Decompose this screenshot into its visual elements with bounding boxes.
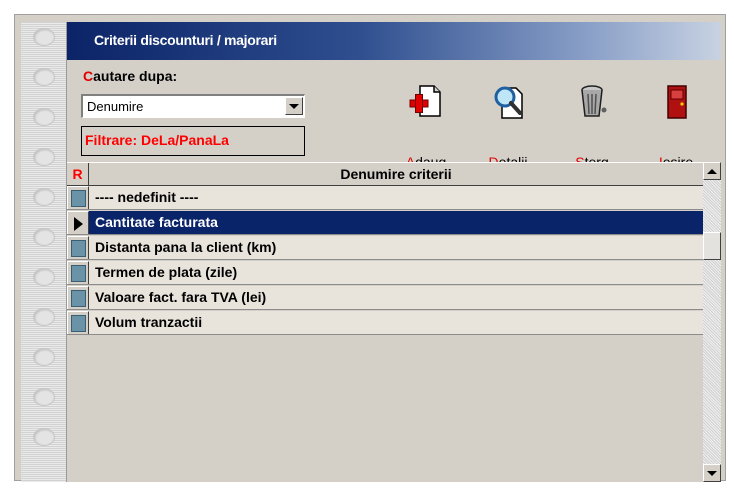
chevron-down-icon (289, 103, 299, 109)
exit-door-icon (667, 85, 687, 119)
magnifier-document-icon (494, 86, 523, 119)
column-header-denumire[interactable]: Denumire criterii (89, 163, 703, 186)
search-by-label: Cautare dupa: (83, 68, 177, 84)
criteria-name-cell: ---- nedefinit ---- (95, 189, 199, 205)
spiral-ring (33, 228, 55, 246)
spiral-ring (33, 28, 55, 46)
spiral-ring (33, 268, 55, 286)
notebook-spiral-binding (21, 22, 67, 482)
row-indicator[interactable] (67, 261, 89, 284)
row-marker (71, 265, 86, 282)
criteria-name-cell: Volum tranzactii (95, 314, 203, 330)
row-marker (71, 315, 86, 332)
table-row[interactable]: Termen de plata (zile) (67, 261, 703, 285)
spiral-ring (33, 148, 55, 166)
title-bar: Criterii discounturi / majorari (67, 22, 721, 60)
table-row[interactable]: Distanta pana la client (km) (67, 236, 703, 260)
vertical-scrollbar[interactable] (703, 162, 721, 482)
spiral-ring (33, 188, 55, 206)
search-label-text: autare dupa: (93, 68, 178, 84)
record-indicator-header[interactable]: R (67, 163, 89, 186)
spiral-ring (33, 308, 55, 326)
arrow-up-icon (707, 168, 717, 174)
spiral-ring (33, 428, 55, 446)
criteria-grid: R Denumire criterii ---- nedefinit ---- C… (67, 162, 703, 482)
row-indicator[interactable] (67, 186, 89, 209)
current-row-arrow-icon (74, 217, 83, 231)
filter-range-text: Filtrare: DeLa/PanaLa (85, 132, 229, 148)
table-row[interactable]: Volum tranzactii (67, 311, 703, 335)
table-row[interactable]: Valoare fact. fara TVA (lei) (67, 286, 703, 310)
scroll-thumb[interactable] (703, 232, 721, 260)
row-marker (71, 190, 86, 207)
arrow-down-icon (707, 470, 717, 476)
criteria-name-cell: Termen de plata (zile) (95, 264, 238, 280)
main-panel: Criterii discounturi / majorari Cautare … (67, 22, 721, 482)
row-marker (71, 240, 86, 257)
search-field-dropdown[interactable]: Denumire (81, 94, 305, 118)
criteria-name-cell: Distanta pana la client (km) (95, 239, 277, 255)
table-row[interactable]: ---- nedefinit ---- (67, 186, 703, 210)
grid-header: R Denumire criterii (67, 162, 703, 186)
search-field-value: Denumire (87, 99, 144, 114)
spiral-ring (33, 348, 55, 366)
row-indicator[interactable] (67, 311, 89, 334)
criteria-name-cell: Cantitate facturata (95, 214, 218, 230)
trash-can-icon (581, 85, 607, 117)
scroll-up-button[interactable] (703, 162, 721, 180)
row-indicator[interactable] (67, 286, 89, 309)
spiral-ring (33, 68, 55, 86)
spiral-ring (33, 108, 55, 126)
criteria-name-cell: Valoare fact. fara TVA (lei) (95, 289, 267, 305)
row-indicator[interactable] (67, 211, 89, 234)
spiral-ring (33, 388, 55, 406)
add-document-icon (409, 85, 441, 117)
search-label-hotkey: C (83, 68, 94, 84)
scroll-down-button[interactable] (703, 464, 721, 482)
row-marker (71, 290, 86, 307)
filter-range-box[interactable]: Filtrare: DeLa/PanaLa (81, 126, 305, 156)
window-title: Criterii discounturi / majorari (94, 32, 277, 48)
row-indicator[interactable] (67, 236, 89, 259)
dropdown-button[interactable] (285, 97, 303, 115)
table-row[interactable]: Cantitate facturata (67, 211, 703, 235)
